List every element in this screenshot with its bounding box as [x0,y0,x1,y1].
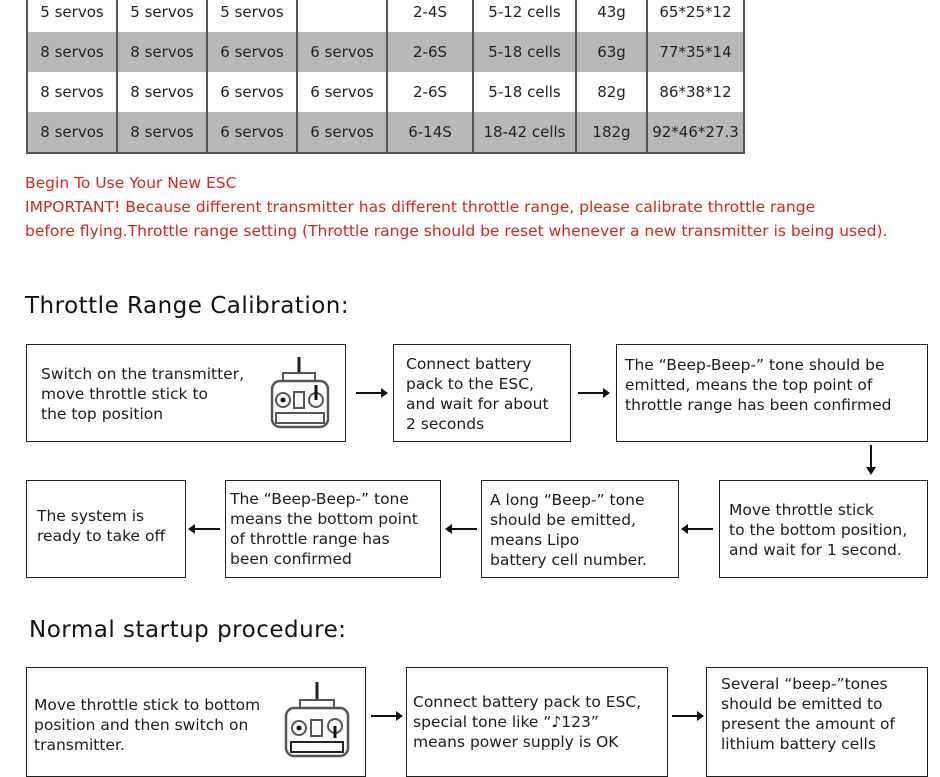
startup-step-3: Several “beep-”tones should be emitted t… [706,667,928,777]
flow-arrow-left-2 [445,524,477,534]
calibration-step-1: Switch on the transmitter, move throttle… [26,344,346,442]
notice-line-2: before flying.Throttle range setting (Th… [25,222,888,240]
calibration-step-4: Move throttle stick to the bottom positi… [719,480,928,578]
step-text: The system is ready to take off [37,507,166,545]
table-cell: 5 servos [206,0,298,32]
step-text: Move throttle stick to the bottom positi… [729,501,908,559]
table-row: 8 servos 8 servos 6 servos 6 servos 2-6S 5-18… [26,72,745,112]
table-cell: 2-4S [386,0,474,32]
step-text: The “Beep-Beep-” tone should be emitted,… [625,356,892,414]
table-cell: 6 servos [206,112,298,153]
table-cell: 8 servos [116,112,208,153]
table-cell: 6 servos [296,112,388,153]
table-cell: 8 servos [116,32,208,72]
step-text: Several “beep-”tones should be emitted t… [721,675,895,753]
calibration-heading: Throttle Range Calibration: [25,293,350,319]
step-text: Connect battery pack to ESC, special ton… [413,693,642,751]
table-cell: 86*38*12 [646,72,745,112]
table-cell: 8 servos [26,72,118,112]
table-cell: 92*46*27.3 [646,112,745,153]
step-text: Connect battery pack to the ESC, and wai… [406,355,549,433]
table-cell: 182g [575,112,648,153]
table-cell [296,0,388,32]
table-cell: 43g [575,0,648,32]
table-cell: 65*25*12 [646,0,745,32]
table-cell: 18-42 cells [472,112,577,153]
transmitter-stick-up-icon [270,357,330,429]
step-text: Switch on the transmitter, move throttle… [41,365,245,423]
flow-arrow-right-1 [356,388,388,398]
startup-arrow-right-1 [371,711,403,721]
notice-title: Begin To Use Your New ESC [25,174,237,192]
step-text: A long “Beep-” tone should be emitted, m… [490,491,648,569]
table-cell: 6 servos [206,72,298,112]
table-cell: 8 servos [26,32,118,72]
spec-table: 5 servos 5 servos 5 servos 2-4S 5-12 cells 43… [26,0,745,154]
table-cell: 2-6S [386,72,474,112]
table-cell: 8 servos [26,112,118,153]
table-cell: 5-12 cells [472,0,577,32]
table-cell: 63g [575,32,648,72]
table-cell: 2-6S [386,32,474,72]
table-cell: 8 servos [116,72,208,112]
calibration-step-3: The “Beep-Beep-” tone should be emitted,… [616,344,928,442]
startup-step-1: Move throttle stick to bottom position a… [26,667,366,777]
step-text: The “Beep-Beep-” tone means the bottom p… [230,490,418,568]
table-row: 5 servos 5 servos 5 servos 2-4S 5-12 cells 43… [26,0,745,32]
table-cell: 5-18 cells [472,72,577,112]
flow-arrow-left-3 [188,524,220,534]
startup-arrow-right-2 [672,711,704,721]
table-cell: 77*35*14 [646,32,745,72]
table-cell: 5 servos [26,0,118,32]
table-row: 8 servos 8 servos 6 servos 6 servos 2-6S 5-18… [26,32,745,72]
table-cell: 6 servos [296,32,388,72]
notice-line-1: IMPORTANT! Because different transmitter… [25,198,816,216]
table-cell: 82g [575,72,648,112]
table-cell: 5-18 cells [472,32,577,72]
flow-arrow-right-2 [578,388,610,398]
table-cell: 5 servos [116,0,208,32]
table-row: 8 servos 8 servos 6 servos 6 servos 6-14S 18-… [26,112,745,153]
flow-arrow-left-1 [681,524,713,534]
transmitter-stick-down-icon [284,682,350,758]
table-cell: 6 servos [296,72,388,112]
table-cell: 6-14S [386,112,474,153]
calibration-step-7: The system is ready to take off [26,480,186,578]
calibration-step-2: Connect battery pack to the ESC, and wai… [393,344,571,442]
startup-step-2: Connect battery pack to ESC, special ton… [406,667,668,777]
calibration-step-6: The “Beep-Beep-” tone means the bottom p… [225,480,441,578]
music-note-icon: ♪ [551,713,562,731]
flow-arrow-down [866,445,876,475]
step-text: Move throttle stick to bottom position a… [34,696,261,754]
table-cell: 6 servos [206,32,298,72]
calibration-step-5: A long “Beep-” tone should be emitted, m… [481,480,679,578]
startup-heading: Normal startup procedure: [29,617,347,643]
